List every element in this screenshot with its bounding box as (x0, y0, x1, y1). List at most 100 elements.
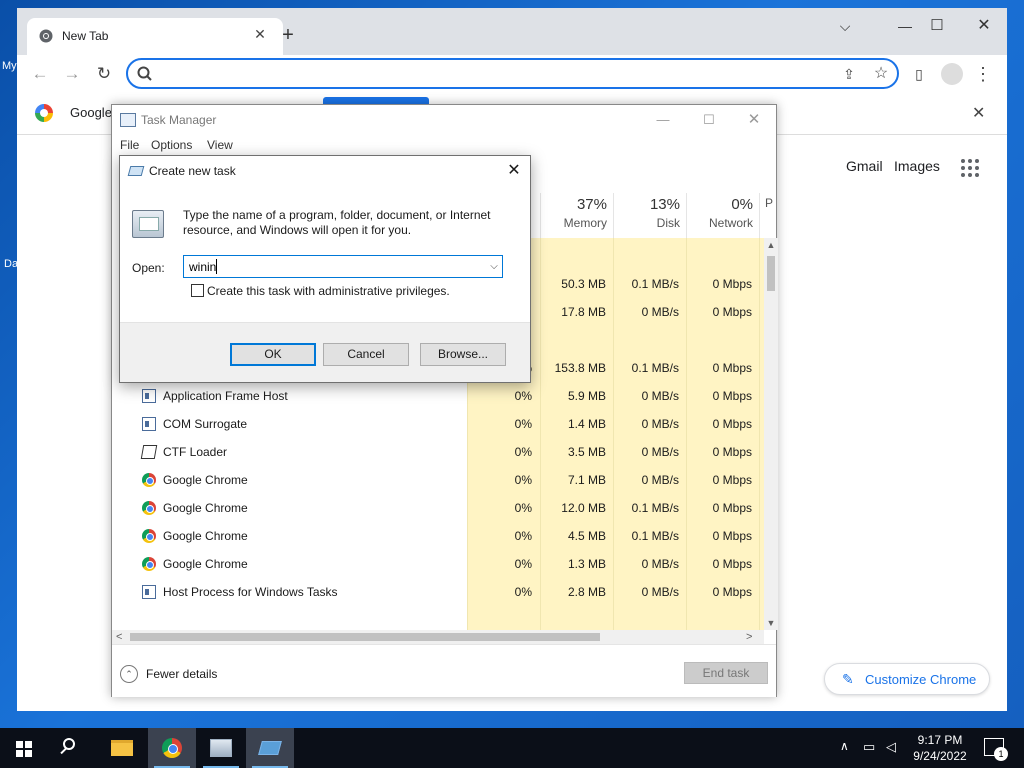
customize-chrome-button[interactable]: ✎ Customize Chrome (824, 663, 990, 695)
notification-badge: 1 (994, 747, 1008, 761)
process-net: 0 Mbps (712, 445, 752, 459)
table-row[interactable]: COM Surrogate 0% 1.4 MB 0 MB/s 0 Mbps (112, 410, 764, 438)
memory-label: Memory (563, 216, 607, 230)
clock[interactable]: 9:17 PM 9/24/2022 (905, 732, 975, 764)
open-label: Open: (132, 261, 165, 275)
process-icon (142, 389, 156, 403)
google-apps-icon[interactable] (961, 159, 979, 177)
process-cpu: 0% (514, 445, 532, 459)
process-mem: 153.8 MB (554, 361, 606, 375)
process-net: 0 Mbps (712, 501, 752, 515)
maximize-button[interactable]: ☐ (917, 14, 957, 38)
text-cursor (216, 259, 217, 274)
horizontal-scrollbar[interactable]: < > (112, 630, 764, 644)
hscroll-thumb[interactable] (130, 633, 600, 641)
menu-options[interactable]: Options (151, 138, 192, 152)
browse-button[interactable]: Browse... (420, 343, 506, 366)
volume-icon[interactable]: ◁ (886, 739, 896, 755)
images-link[interactable]: Images (894, 158, 940, 174)
column-header-disk[interactable]: 13% Disk (613, 193, 686, 239)
infobar-close-icon[interactable]: ✕ (972, 103, 985, 123)
tab-new-tab[interactable]: New Tab ✕ (27, 18, 283, 55)
network-icon[interactable]: ▭ (863, 739, 875, 755)
taskbar-run-dialog[interactable] (246, 728, 294, 768)
profile-avatar-icon[interactable] (941, 63, 963, 85)
cancel-button[interactable]: Cancel (323, 343, 409, 366)
menu-view[interactable]: View (207, 138, 233, 152)
table-row[interactable]: CTF Loader 0% 3.5 MB 0 MB/s 0 Mbps (112, 438, 764, 466)
reload-button[interactable]: ↻ (91, 61, 117, 87)
scroll-thumb[interactable] (767, 256, 775, 291)
open-combobox[interactable]: winin ⌵ (183, 255, 503, 278)
customize-chrome-label: Customize Chrome (865, 672, 977, 687)
column-header-power[interactable]: P (759, 193, 775, 239)
ctf-loader-icon (140, 445, 158, 459)
process-cpu: 0% (514, 585, 532, 599)
search-button[interactable] (48, 728, 96, 768)
process-net: 0 Mbps (712, 389, 752, 403)
dialog-close-button[interactable]: ✕ (503, 160, 525, 182)
run-program-icon (132, 210, 164, 238)
column-header-network[interactable]: 0% Network (686, 193, 759, 239)
folder-icon (111, 740, 133, 756)
column-header-memory[interactable]: 37% Memory (540, 193, 613, 239)
chevron-down-icon[interactable]: ⌵ (486, 257, 502, 276)
chrome-icon (142, 501, 156, 515)
process-mem: 17.8 MB (561, 305, 606, 319)
table-row[interactable]: Host Process for Windows Tasks 0% 2.8 MB 0 … (112, 578, 764, 606)
end-task-button[interactable]: End task (684, 662, 768, 684)
new-tab-button[interactable]: + (276, 24, 300, 48)
scroll-up-arrow[interactable]: ▲ (764, 240, 778, 250)
memory-percent: 37% (576, 196, 607, 213)
admin-privileges-label[interactable]: Create this task with administrative pri… (207, 284, 450, 298)
process-mem: 1.3 MB (567, 557, 606, 571)
scroll-down-arrow[interactable]: ▼ (764, 618, 778, 628)
taskbar-task-manager[interactable] (197, 728, 245, 768)
tab-search-icon[interactable]: ⌵ (825, 14, 865, 38)
chevron-up-icon[interactable]: ⌃ (120, 665, 138, 683)
table-row[interactable]: Google Chrome 0% 1.3 MB 0 MB/s 0 Mbps (112, 550, 764, 578)
gmail-link[interactable]: Gmail (846, 158, 883, 174)
scroll-right-arrow[interactable]: > (746, 630, 752, 644)
network-percent: 0% (731, 196, 753, 213)
share-icon[interactable]: ⇪ (840, 65, 858, 83)
side-panel-icon[interactable]: ▯ (909, 64, 929, 84)
taskbar-chrome[interactable] (148, 728, 196, 768)
fewer-details-button[interactable]: Fewer details (146, 667, 217, 681)
chrome-menu-icon[interactable]: ⋮ (973, 64, 993, 84)
clock-time: 9:17 PM (917, 733, 963, 747)
menu-file[interactable]: File (120, 138, 139, 152)
task-manager-title: Task Manager (141, 113, 217, 127)
disk-percent: 13% (649, 196, 680, 213)
tab-close-icon[interactable]: ✕ (252, 26, 268, 42)
taskbar-file-explorer[interactable] (98, 728, 146, 768)
tm-close-button[interactable]: ✕ (739, 110, 769, 130)
bookmark-star-icon[interactable]: ☆ (872, 65, 890, 83)
back-button[interactable]: ← (27, 61, 53, 87)
task-manager-icon (120, 113, 136, 127)
tm-maximize-button[interactable]: ☐ (694, 110, 724, 130)
table-row[interactable]: Application Frame Host 0% 5.9 MB 0 MB/s 0 Mb… (112, 382, 764, 410)
toolbar: ← → ↻ ⇪ ☆ ▯ ⋮ (17, 55, 1007, 93)
tm-minimize-button[interactable]: — (648, 110, 678, 130)
forward-button[interactable]: → (59, 61, 85, 87)
table-row[interactable]: Google Chrome 0% 12.0 MB 0.1 MB/s 0 Mbps (112, 494, 764, 522)
address-bar[interactable]: ⇪ ☆ (126, 58, 899, 89)
ok-button[interactable]: OK (230, 343, 316, 366)
table-row[interactable]: Google Chrome 0% 7.1 MB 0 MB/s 0 Mbps (112, 466, 764, 494)
desktop-icon-label[interactable]: Da (4, 258, 18, 270)
start-button[interactable] (0, 728, 48, 768)
vertical-scrollbar[interactable]: ▲ ▼ (764, 238, 778, 630)
desktop-icon-label[interactable]: My (2, 60, 17, 72)
scroll-left-arrow[interactable]: < (116, 630, 122, 644)
admin-privileges-checkbox[interactable] (191, 284, 204, 297)
open-input[interactable]: winin (189, 260, 216, 274)
close-window-button[interactable]: ✕ (964, 14, 1004, 38)
dialog-title: Create new task (149, 164, 236, 178)
tray-chevron-up-icon[interactable]: ∧ (840, 739, 849, 753)
process-mem: 4.5 MB (567, 529, 606, 543)
table-row[interactable]: Google Chrome 0% 4.5 MB 0.1 MB/s 0 Mbps (112, 522, 764, 550)
process-icon (142, 585, 156, 599)
tab-strip: New Tab ✕ + ⌵ — ☐ ✕ (17, 8, 1007, 55)
chrome-icon (142, 529, 156, 543)
